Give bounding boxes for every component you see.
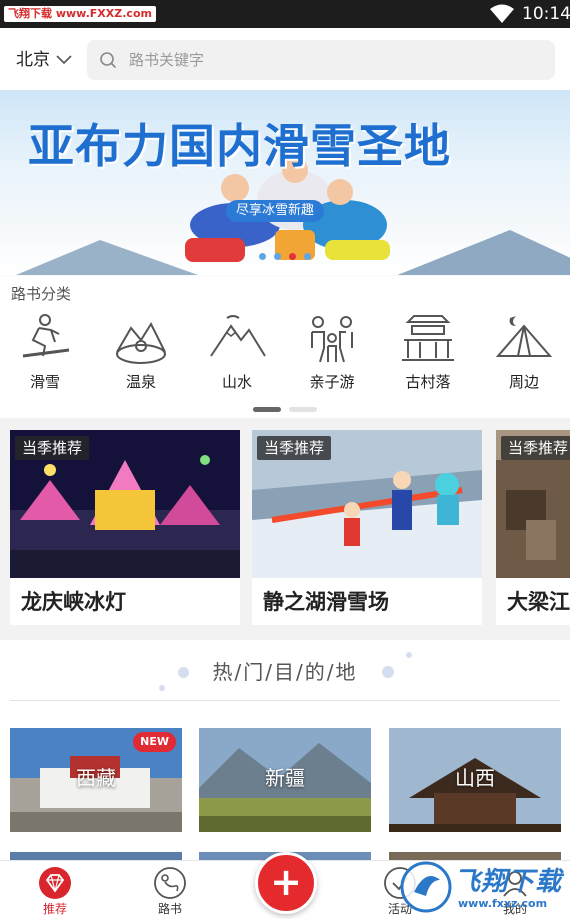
hot-destinations: 热/门/目/的/地 NEW 西藏 新疆 山西 [0, 640, 570, 860]
city-label: 北京 [16, 50, 50, 70]
chevron-down-icon [56, 55, 72, 65]
header: 北京 [0, 28, 570, 90]
card-image: 当季推荐 [496, 430, 570, 578]
category-section: 路书分类 滑雪 温泉 山水 亲子游 古村落 周边 [0, 276, 570, 418]
banner-dot[interactable] [259, 253, 266, 260]
season-badge: 当季推荐 [501, 436, 570, 460]
wifi-icon [490, 4, 514, 23]
app-screen: 飞翔下载 www.FXXZ.com 10:14 北京 亚布力国内 [0, 0, 570, 919]
new-badge: NEW [133, 732, 176, 752]
category-family[interactable]: 亲子游 [292, 312, 372, 396]
recommend-card[interactable]: 当季推荐 静之湖滑雪场 [252, 430, 482, 625]
status-time: 10:14 [522, 4, 570, 24]
mountain-icon [210, 315, 266, 357]
category-label: 亲子游 [309, 373, 355, 391]
nav-roadbook[interactable]: 路书 [130, 861, 210, 919]
destination-name: 山西 [455, 766, 495, 790]
search-icon [100, 52, 117, 69]
destination-name: 西藏 [76, 766, 116, 790]
season-badge: 当季推荐 [15, 436, 90, 460]
status-bar: 飞翔下载 www.FXXZ.com 10:14 [0, 0, 570, 28]
watermark-label: 飞翔下载 www.FXXZ.com [4, 6, 156, 22]
brand-watermark-url: www.fxxz.com [458, 897, 548, 910]
destination-name: 新疆 [265, 766, 305, 790]
card-title: 龙庆峡冰灯 [21, 590, 126, 614]
banner-dot[interactable] [274, 253, 281, 260]
nav-label: 路书 [157, 902, 182, 916]
nav-label: 推荐 [42, 902, 67, 916]
family-icon [311, 316, 353, 363]
banner-subtitle: 尽享冰雪新趣 [226, 200, 325, 222]
nav-recommend[interactable]: 推荐 [15, 861, 95, 919]
category-label: 滑雪 [29, 373, 60, 391]
destination-card[interactable]: NEW 西藏 [10, 728, 182, 832]
category-pager [253, 407, 317, 412]
brand-watermark-text: 飞翔下载 [454, 867, 563, 897]
ski-icon [22, 314, 70, 358]
category-hot-spring[interactable]: 温泉 [101, 312, 181, 396]
plus-icon: + [270, 860, 302, 904]
search-input[interactable] [129, 51, 529, 69]
card-title: 大梁江 [507, 590, 570, 614]
category-list: 滑雪 温泉 山水 亲子游 古村落 周边 [0, 312, 570, 396]
divider [10, 700, 560, 701]
banner-dot-active[interactable] [289, 253, 296, 260]
section-title: 路书分类 [11, 285, 72, 303]
search-bar[interactable] [87, 40, 555, 80]
seasonal-recommend: 当季推荐 龙庆峡冰灯 当季推荐 静之湖滑雪场 当季推荐 大梁江 [0, 418, 570, 640]
add-button[interactable]: + [255, 852, 317, 914]
category-landscape[interactable]: 山水 [197, 312, 277, 396]
destination-card[interactable]: 山西 [389, 728, 561, 832]
hot-spring-icon [116, 321, 166, 364]
promo-banner[interactable]: 亚布力国内滑雪圣地 尽享冰雪新趣 [0, 90, 570, 276]
banner-pager [259, 253, 311, 260]
banner-dot[interactable] [304, 253, 311, 260]
category-ski[interactable]: 滑雪 [5, 312, 85, 396]
diamond-icon [39, 867, 71, 899]
category-nearby[interactable]: 周边 [484, 312, 564, 396]
season-badge: 当季推荐 [257, 436, 332, 460]
card-title: 静之湖滑雪场 [263, 590, 389, 614]
category-label: 周边 [508, 373, 539, 391]
recommend-card[interactable]: 当季推荐 龙庆峡冰灯 [10, 430, 240, 625]
recommend-card[interactable]: 当季推荐 大梁江 [496, 430, 570, 625]
category-ancient-village[interactable]: 古村落 [388, 312, 468, 396]
route-icon [154, 867, 186, 899]
card-image: 当季推荐 [10, 430, 240, 578]
pager-dot[interactable] [289, 407, 317, 412]
banner-title: 亚布力国内滑雪圣地 [28, 119, 451, 173]
card-image: 当季推荐 [252, 430, 482, 578]
category-label: 温泉 [125, 373, 156, 391]
city-selector[interactable]: 北京 [16, 49, 72, 71]
ancient-village-icon [402, 315, 454, 361]
destination-card[interactable]: 新疆 [199, 728, 371, 832]
destination-card[interactable] [10, 852, 182, 860]
pager-dot-active[interactable] [253, 407, 281, 412]
category-label: 山水 [221, 373, 252, 391]
tent-icon [495, 316, 553, 357]
category-label: 古村落 [405, 373, 451, 391]
section-title: 热/门/目/的/地 [212, 660, 358, 684]
